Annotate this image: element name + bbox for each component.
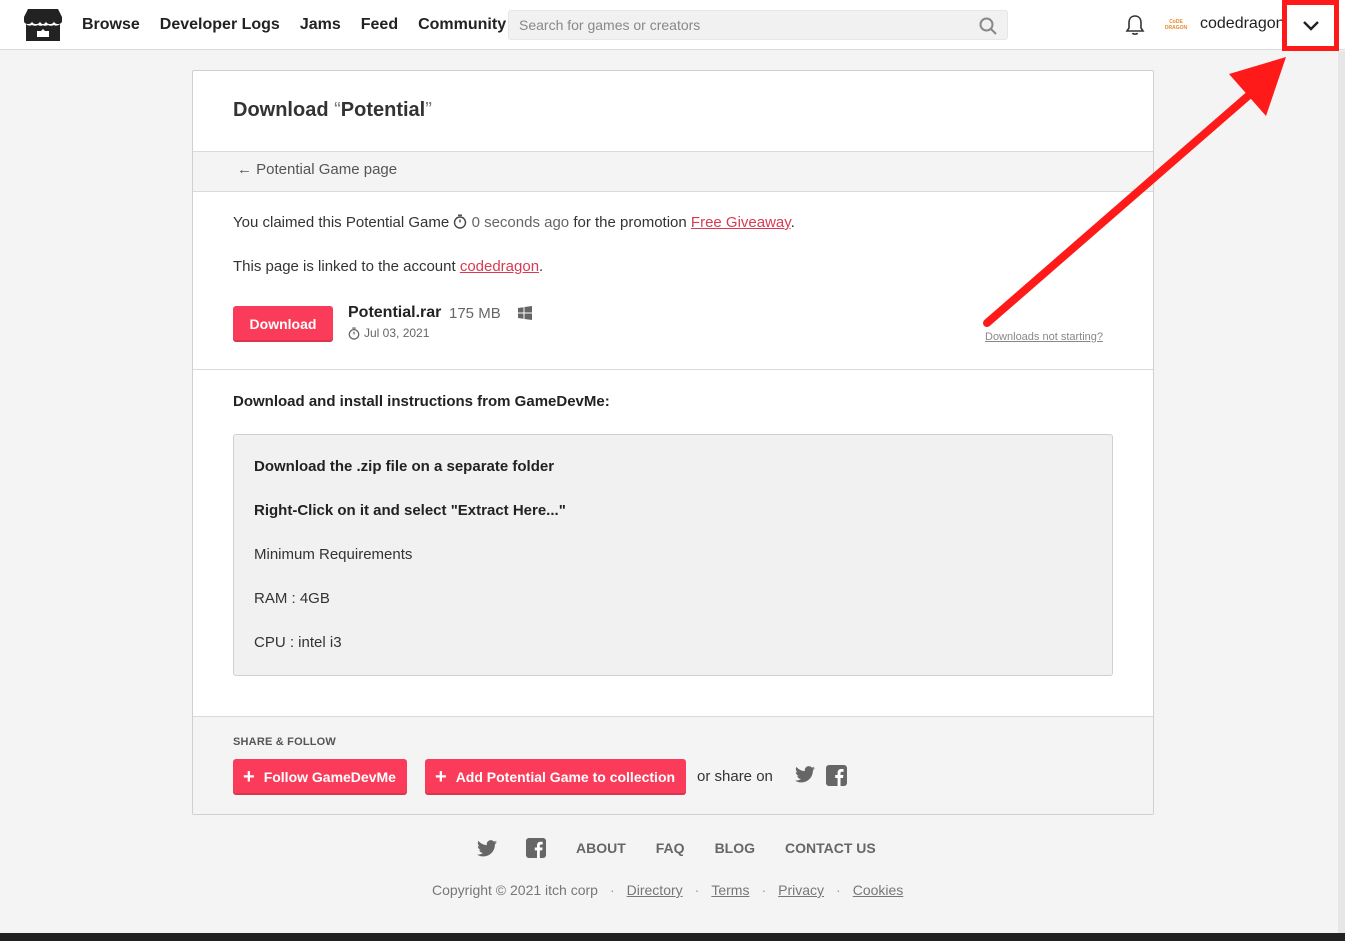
separator-dot: ·: [761, 882, 767, 898]
file-size: 175 MB: [449, 305, 501, 322]
windows-icon: [518, 306, 532, 320]
follow-label: Follow GameDevMe: [263, 769, 396, 785]
nav-browse[interactable]: Browse: [82, 16, 140, 34]
footer-faq-link[interactable]: FAQ: [656, 840, 685, 856]
copyright-line: Copyright © 2021 itch corp · Directory ·…: [432, 882, 903, 898]
facebook-icon[interactable]: [526, 838, 546, 858]
claimed-prefix: You claimed this Potential Game: [233, 214, 450, 231]
instruction-line: CPU : intel i3: [254, 634, 342, 651]
notification-bell-icon[interactable]: [1125, 14, 1145, 36]
stopwatch-icon: [348, 326, 360, 340]
share-on-label: or share on: [697, 768, 773, 785]
back-to-game-link[interactable]: ← Potential Game page: [237, 161, 397, 178]
download-button[interactable]: Download: [233, 306, 333, 342]
avatar[interactable]: CoDE DRAGON: [1162, 12, 1190, 38]
separator-dot: ·: [694, 882, 700, 898]
share-follow-label: SHARE & FOLLOW: [233, 736, 337, 748]
username-label[interactable]: codedragon: [1200, 15, 1285, 33]
footer-blog-link[interactable]: BLOG: [715, 840, 755, 856]
nav-feed[interactable]: Feed: [361, 16, 398, 34]
title-open-quote: “: [334, 99, 341, 121]
download-card: Download “Potential” ← Potential Game pa…: [192, 70, 1154, 815]
main-nav: Browse Developer Logs Jams Feed Communit…: [82, 0, 506, 50]
plus-icon: +: [435, 766, 447, 788]
itch-logo-icon[interactable]: [24, 7, 62, 43]
title-game-name: Potential: [340, 99, 426, 121]
nav-community[interactable]: Community: [418, 16, 506, 34]
search-input[interactable]: [509, 11, 1007, 39]
search-icon[interactable]: [979, 17, 997, 35]
back-bar: ← Potential Game page: [193, 151, 1153, 192]
directory-link[interactable]: Directory: [627, 882, 683, 898]
footer-contact-link[interactable]: CONTACT US: [785, 840, 876, 856]
instruction-line: RAM : 4GB: [254, 590, 330, 607]
downloads-not-starting-link[interactable]: Downloads not starting?: [985, 331, 1103, 343]
twitter-icon[interactable]: [477, 839, 497, 857]
section-divider: [193, 369, 1153, 370]
instructions-box: Download the .zip file on a separate fol…: [233, 434, 1113, 676]
claimed-time: 0 seconds ago: [471, 214, 570, 231]
title-close-quote: ”: [425, 99, 432, 121]
nav-developer-logs[interactable]: Developer Logs: [160, 16, 280, 34]
plus-icon: +: [243, 766, 255, 788]
follow-button[interactable]: + Follow GameDevMe: [233, 759, 407, 795]
promotion-link[interactable]: Free Giveaway: [691, 214, 791, 231]
file-date: Jul 03, 2021: [348, 326, 429, 340]
file-date-text: Jul 03, 2021: [364, 326, 430, 340]
chevron-down-icon: [1302, 20, 1319, 31]
account-link[interactable]: codedragon: [460, 258, 539, 275]
twitter-icon[interactable]: [795, 766, 815, 783]
file-name: Potential.rar: [348, 304, 442, 321]
user-menu-dropdown-button[interactable]: [1282, 0, 1339, 51]
facebook-icon[interactable]: [826, 765, 847, 786]
linked-account-text: This page is linked to the account coded…: [233, 258, 544, 275]
title-prefix: Download: [233, 99, 335, 121]
collection-label: Add Potential Game to collection: [455, 769, 676, 785]
top-header: Browse Developer Logs Jams Feed Communit…: [0, 0, 1345, 51]
scrollbar-track[interactable]: [1338, 51, 1345, 933]
page-title: Download “Potential”: [233, 99, 432, 122]
footer-links: ABOUT FAQ BLOG CONTACT US: [477, 838, 876, 858]
instruction-line: Download the .zip file on a separate fol…: [254, 458, 555, 475]
stopwatch-icon: [454, 214, 467, 229]
nav-jams[interactable]: Jams: [300, 16, 341, 34]
bottom-bar: [0, 933, 1345, 941]
add-to-collection-button[interactable]: + Add Potential Game to collection: [425, 759, 687, 795]
terms-link[interactable]: Terms: [711, 882, 749, 898]
cookies-link[interactable]: Cookies: [853, 882, 904, 898]
claimed-mid: for the promotion: [573, 214, 687, 231]
footer-about-link[interactable]: ABOUT: [576, 840, 626, 856]
copyright-text: Copyright © 2021 itch corp: [432, 882, 598, 898]
linked-prefix: This page is linked to the account: [233, 258, 456, 275]
separator-dot: ·: [836, 882, 841, 898]
share-follow-section: SHARE & FOLLOW + Follow GameDevMe + Add …: [193, 716, 1153, 814]
separator-dot: ·: [609, 882, 615, 898]
avatar-text-line-2: DRAGON: [1164, 25, 1188, 31]
instruction-line: Right-Click on it and select "Extract He…: [254, 502, 566, 519]
claimed-text: You claimed this Potential Game 0 second…: [233, 214, 795, 231]
search-box: [508, 10, 1008, 40]
privacy-link[interactable]: Privacy: [778, 882, 824, 898]
instructions-heading: Download and install instructions from G…: [233, 393, 610, 410]
instruction-line: Minimum Requirements: [254, 546, 413, 563]
